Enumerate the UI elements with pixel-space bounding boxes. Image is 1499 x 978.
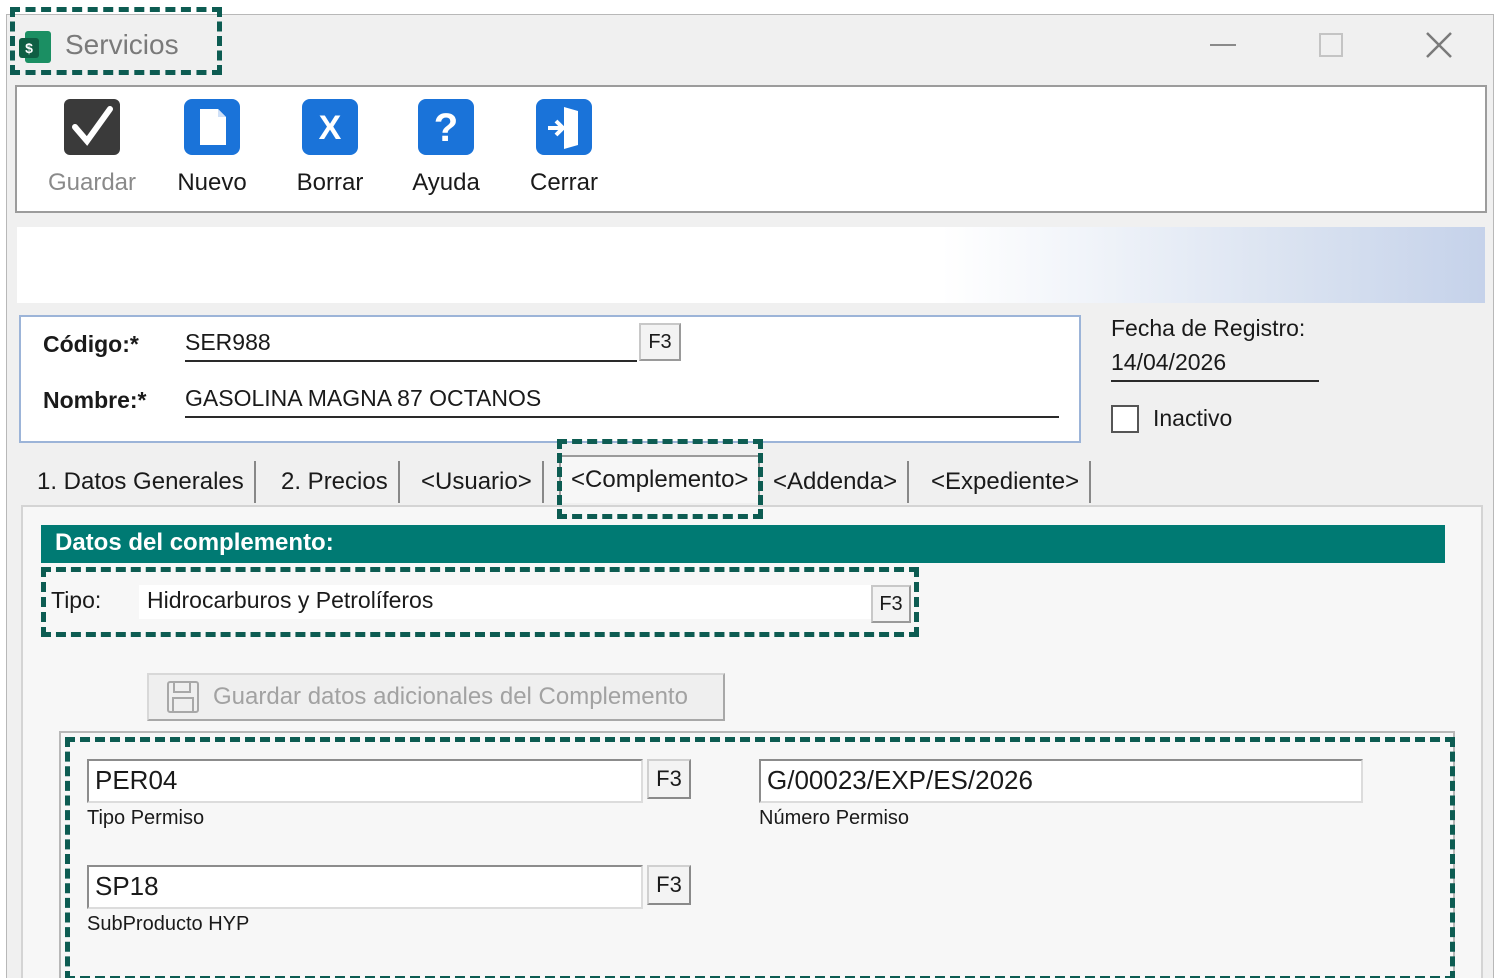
floppy-disk-icon [167,681,199,713]
close-window-button[interactable] [1409,25,1469,65]
fecha-registro-label: Fecha de Registro: [1111,315,1306,341]
codigo-label: Código:* [43,331,139,357]
save-complemento-button[interactable]: Guardar datos adicionales del Complement… [147,673,725,721]
new-document-icon [184,99,240,155]
tipo-highlight [41,567,919,637]
nombre-label: Nombre:* [43,387,147,413]
header-banner [17,227,1485,303]
help-button[interactable]: ? Ayuda [391,97,501,209]
save-button[interactable]: Guardar [37,97,147,209]
delete-button[interactable]: X Borrar [275,97,385,209]
tab-precios[interactable]: 2. Precios [271,461,400,503]
close-icon [1426,32,1452,58]
checkmark-icon [64,99,120,155]
tab-usuario[interactable]: <Usuario> [411,461,544,503]
nombre-input[interactable]: GASOLINA MAGNA 87 OCTANOS [185,385,1059,418]
servicios-window: $ Servicios Guardar Nuevo X Borrar ? Ayu… [6,7,1494,978]
close-button[interactable]: Cerrar [509,97,619,209]
toolbar: Guardar Nuevo X Borrar ? Ayuda Cerrar [15,85,1487,213]
tab-expediente[interactable]: <Expediente> [921,461,1092,503]
fecha-registro-input[interactable]: 14/04/2026 [1111,349,1319,382]
title-bar: $ Servicios [7,7,1493,77]
minimize-icon [1210,44,1236,46]
codigo-f3-button[interactable]: F3 [639,323,681,361]
save-label: Guardar [47,169,137,196]
title-highlight [10,7,222,75]
tab-highlight [557,439,763,519]
tab-datos-generales[interactable]: 1. Datos Generales [27,461,256,503]
inactivo-checkbox[interactable] [1111,405,1139,433]
help-icon: ? [418,99,474,155]
delete-icon: X [302,99,358,155]
inactivo-label: Inactivo [1153,405,1233,431]
new-label: Nuevo [177,169,247,196]
complemento-header: Datos del complemento: [41,525,1445,563]
new-button[interactable]: Nuevo [157,97,267,209]
svg-text:X: X [319,109,342,147]
minimize-button[interactable] [1193,25,1253,65]
maximize-icon [1319,33,1343,57]
close-label: Cerrar [529,169,598,196]
exit-door-icon [536,99,592,155]
tab-addenda[interactable]: <Addenda> [763,461,910,503]
save-complemento-label: Guardar datos adicionales del Complement… [213,683,688,710]
delete-label: Borrar [296,169,364,196]
help-label: Ayuda [412,169,480,196]
codigo-input[interactable]: SER988 [185,329,637,362]
permisos-highlight [65,737,1455,978]
maximize-button[interactable] [1301,25,1361,65]
svg-text:?: ? [434,106,458,150]
